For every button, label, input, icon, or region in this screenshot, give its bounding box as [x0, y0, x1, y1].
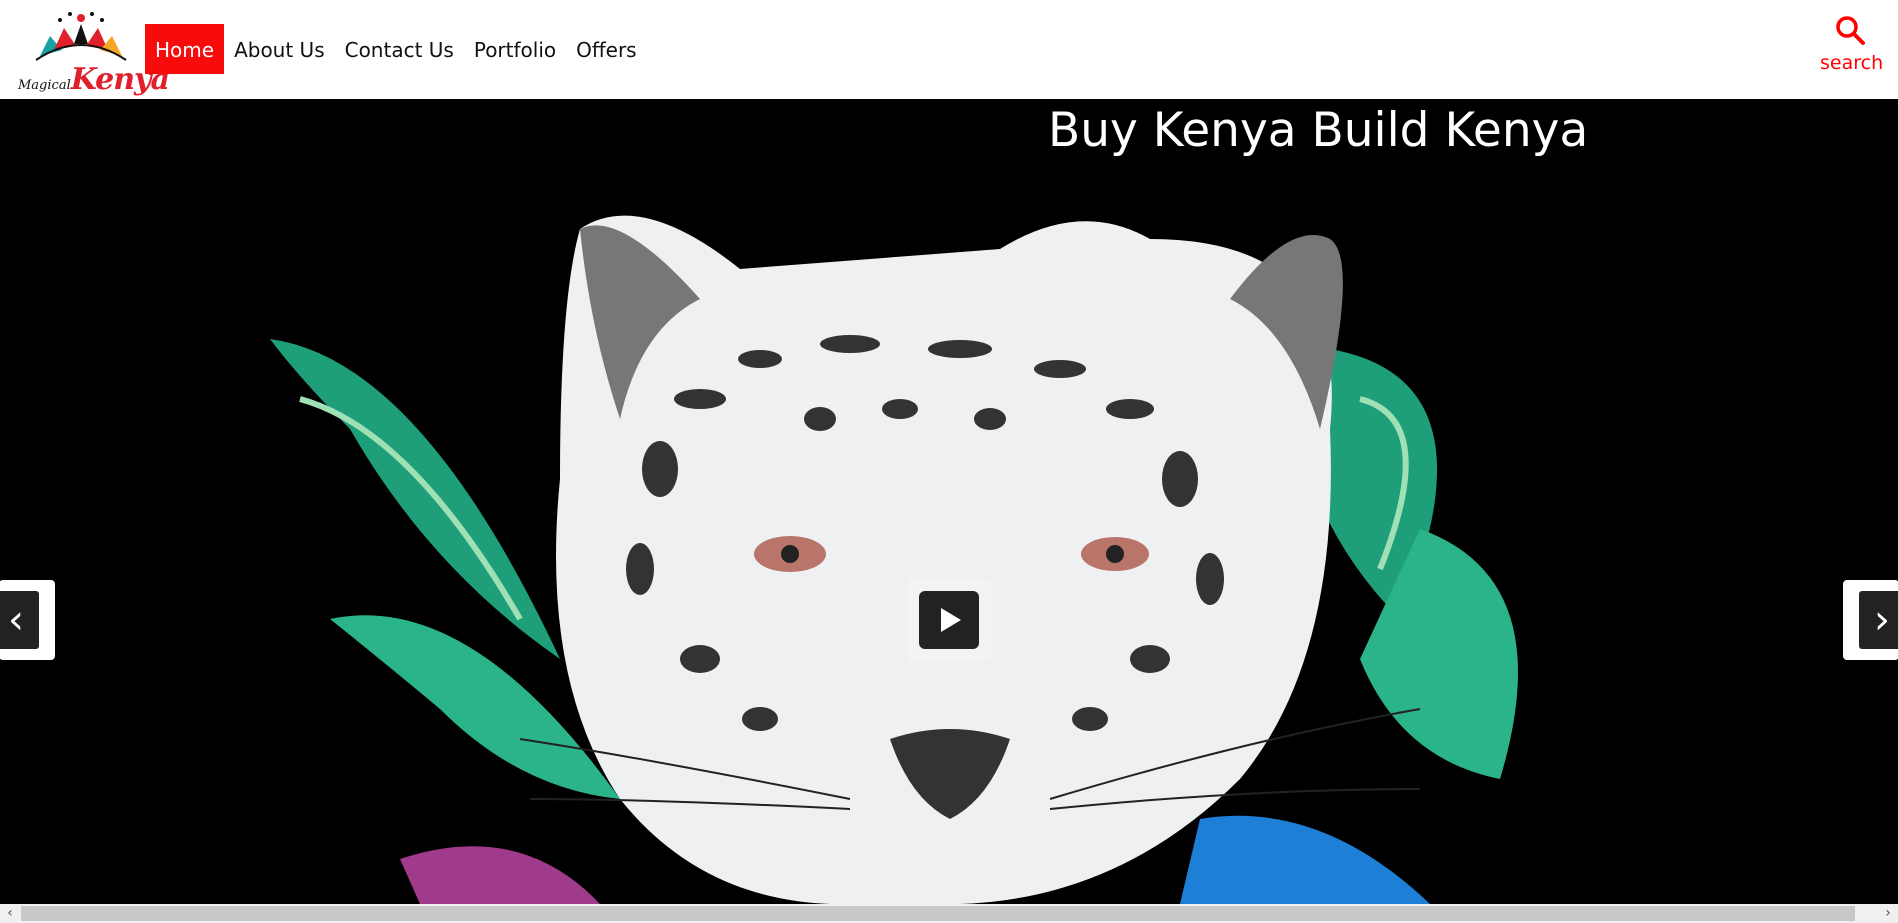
- site-header: MagicalKenya Home About Us Contact Us Po…: [0, 0, 1898, 99]
- search-label: search: [1820, 52, 1884, 74]
- play-button[interactable]: [907, 578, 991, 662]
- logo-magical-text: Magical: [18, 78, 71, 93]
- leopard-artwork-image: [270, 215, 1518, 904]
- scroll-right-arrow-icon[interactable]: ›: [1878, 904, 1898, 923]
- nav-portfolio[interactable]: Portfolio: [464, 24, 566, 74]
- scrollbar-thumb[interactable]: [21, 906, 1855, 921]
- logo-mark: [35, 12, 127, 61]
- hero-title: Buy Kenya Build Kenya: [1048, 103, 1589, 158]
- main-nav: Home About Us Contact Us Portfolio Offer…: [145, 24, 647, 74]
- search-icon: [1836, 16, 1865, 45]
- nav-home[interactable]: Home: [145, 24, 225, 74]
- nav-about-us[interactable]: About Us: [224, 24, 335, 74]
- play-icon: [919, 591, 979, 649]
- search-button[interactable]: search: [1820, 14, 1884, 74]
- nav-offers[interactable]: Offers: [566, 24, 646, 74]
- slider-prev-button[interactable]: ‹: [0, 580, 55, 660]
- horizontal-scrollbar[interactable]: ‹ ›: [0, 904, 1898, 923]
- magical-kenya-logo[interactable]: MagicalKenya: [18, 10, 170, 97]
- slider-next-button[interactable]: ›: [1843, 580, 1898, 660]
- chevron-right-icon: ›: [1859, 591, 1898, 649]
- chevron-left-icon: ‹: [0, 591, 39, 649]
- hero-slider: Buy Kenya Build Kenya ‹ ›: [0, 99, 1898, 904]
- nav-contact-us[interactable]: Contact Us: [335, 24, 464, 74]
- scroll-left-arrow-icon[interactable]: ‹: [0, 904, 20, 923]
